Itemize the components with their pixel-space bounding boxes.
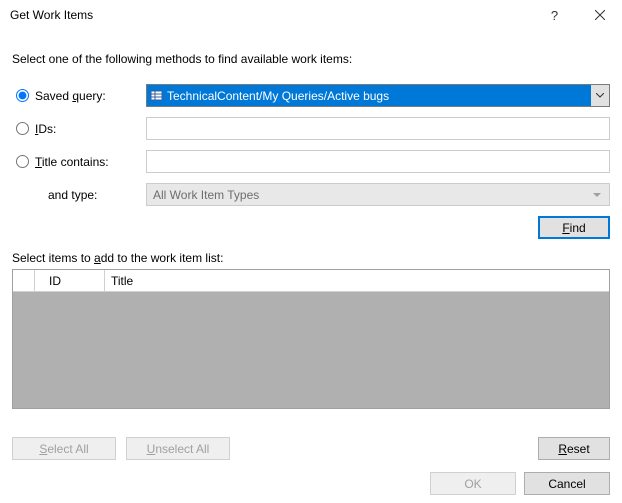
find-button[interactable]: Find	[538, 216, 610, 239]
ids-radio[interactable]	[16, 122, 29, 135]
close-icon	[595, 10, 605, 20]
type-select-value: All Work Item Types	[153, 188, 259, 202]
ids-row: IDs:	[12, 117, 610, 140]
grid-col-id[interactable]: ID	[35, 270, 105, 291]
title-contains-radio[interactable]	[16, 155, 29, 168]
ids-input[interactable]	[146, 117, 610, 140]
close-button[interactable]	[577, 0, 622, 30]
grid-header: ID Title	[13, 270, 609, 292]
title-contains-row: Title contains:	[12, 150, 610, 173]
saved-query-combo[interactable]: TechnicalContent/My Queries/Active bugs	[146, 84, 610, 107]
ok-button: OK	[430, 472, 516, 495]
instruction-text: Select one of the following methods to f…	[12, 52, 610, 66]
grid-col-title[interactable]: Title	[105, 270, 609, 291]
query-icon	[147, 85, 165, 106]
grid-col-checkbox[interactable]	[13, 270, 35, 291]
unselect-all-button: Unselect All	[126, 437, 230, 460]
type-select: All Work Item Types	[146, 183, 610, 206]
cancel-button[interactable]: Cancel	[524, 472, 610, 495]
window-title: Get Work Items	[10, 8, 532, 22]
title-contains-label[interactable]: Title contains:	[35, 155, 109, 169]
saved-query-value: TechnicalContent/My Queries/Active bugs	[165, 89, 591, 103]
ids-label[interactable]: IDs:	[35, 122, 56, 136]
results-grid[interactable]: ID Title	[12, 269, 610, 409]
help-button[interactable]: ?	[532, 0, 577, 30]
reset-button[interactable]: Reset	[538, 437, 610, 460]
and-type-row: and type: All Work Item Types	[12, 183, 610, 206]
saved-query-row: Saved query: TechnicalContent/My Queries…	[12, 84, 610, 107]
saved-query-label[interactable]: Saved query:	[35, 89, 106, 103]
title-contains-input[interactable]	[146, 150, 610, 173]
and-type-label: and type:	[48, 188, 97, 202]
saved-query-radio[interactable]	[16, 89, 29, 102]
select-all-button: Select All	[12, 437, 116, 460]
grid-body	[13, 292, 609, 408]
chevron-down-icon[interactable]	[591, 85, 609, 106]
list-label: Select items to add to the work item lis…	[12, 251, 610, 265]
titlebar: Get Work Items ?	[0, 0, 622, 30]
